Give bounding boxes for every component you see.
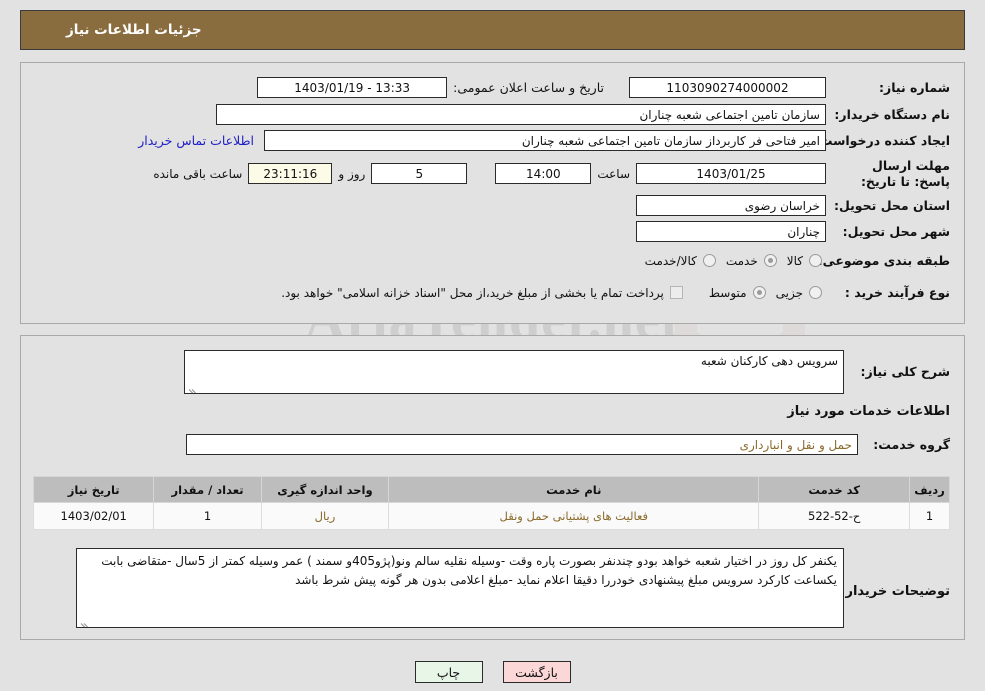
province-row: استان محل تحویل: خراسان رضوی (636, 195, 950, 216)
treasury-note-text: پرداخت تمام یا بخشی از مبلغ خرید،از محل … (281, 285, 664, 300)
need-number-row: شماره نیاز: 1103090274000002 (629, 77, 950, 98)
purchase-type-option-label-0: جزیی (775, 285, 803, 300)
province-value: خراسان رضوی (636, 195, 826, 216)
announce-datetime-row: تاریخ و ساعت اعلان عمومی: 13:33 - 1403/0… (257, 77, 604, 98)
announce-datetime-label: تاریخ و ساعت اعلان عمومی: (453, 79, 604, 95)
treasury-checkbox[interactable] (669, 286, 683, 300)
service-details-panel: شرح کلی نیاز: سرویس دهی کارکنان شعبه اطل… (20, 335, 965, 640)
page-root: جزئیات اطلاعات نیاز AriaTender.net شماره… (0, 0, 985, 691)
category-label: طبقه بندی موضوعی: (817, 253, 950, 268)
buyer-notes-value[interactable]: یکنفر کل روز در اختیار شعبه خواهد بودو چ… (76, 548, 844, 628)
service-group-row: گروه خدمت: حمل و نقل و انبارداری (186, 434, 950, 455)
cell-unit: ریال (260, 502, 390, 530)
col-qty: تعداد / مقدار (153, 476, 262, 503)
col-row: ردیف (909, 476, 950, 503)
city-row: شهر محل تحویل: چناران (636, 221, 950, 242)
remaining-days-value: 5 (371, 163, 468, 185)
purchase-type-label: نوع فرآیند خرید : (844, 285, 950, 300)
buyer-contact-link[interactable]: اطلاعات تماس خریدار (138, 133, 254, 148)
page-header: جزئیات اطلاعات نیاز (20, 10, 965, 50)
province-label: استان محل تحویل: (833, 197, 950, 213)
category-row: طبقه بندی موضوعی: کالا خدمت کالا/خدمت (635, 253, 950, 269)
requester-label: ایجاد کننده درخواست: (814, 132, 950, 148)
col-date: تاریخ نیاز (32, 476, 155, 503)
category-option-2[interactable]: کالا/خدمت (635, 254, 716, 268)
deadline-hour-label: ساعت (597, 166, 630, 181)
purchase-type-row: نوع فرآیند خرید : جزیی متوسط پرداخت تمام… (275, 285, 950, 301)
services-section-title: اطلاعات خدمات مورد نیاز (787, 404, 950, 419)
city-value: چناران (636, 221, 826, 242)
deadline-date-value: 1403/01/25 (636, 163, 826, 185)
buyer-notes-label: توضیحات خریدار: (840, 584, 950, 599)
footer-actions: بازگشت چاپ (0, 661, 985, 683)
remaining-time-value: 23:11:16 (248, 163, 333, 185)
category-option-0[interactable]: کالا (777, 254, 822, 268)
services-table: ردیف کد خدمت نام خدمت واحد اندازه گیری ت… (32, 476, 950, 530)
buyer-org-label: نام دستگاه خریدار: (834, 106, 950, 122)
summary-label: شرح کلی نیاز: (860, 364, 950, 380)
col-unit: واحد اندازه گیری (260, 476, 390, 503)
cell-qty: 1 (153, 502, 262, 530)
cell-row: 1 (909, 502, 950, 530)
purchase-type-option-1[interactable]: متوسط (699, 286, 766, 300)
table-row[interactable]: 1 ح-52-522 فعالیت های پشتیانی حمل ونقل ر… (32, 502, 950, 530)
buyer-notes-text: یکنفر کل روز در اختیار شعبه خواهد بودو چ… (101, 554, 837, 587)
category-radio-kala-khedmat[interactable] (702, 254, 716, 268)
service-group-label: گروه خدمت: (873, 436, 950, 452)
print-button[interactable]: چاپ (414, 661, 483, 683)
need-number-value: 1103090274000002 (629, 77, 826, 98)
cell-date: 1403/02/01 (32, 502, 155, 530)
category-radio-khedmat[interactable] (763, 254, 777, 268)
col-code: کد خدمت (758, 476, 911, 503)
cell-name: فعالیت های پشتیانی حمل ونقل (388, 502, 760, 530)
category-radio-kala[interactable] (809, 254, 822, 268)
purchase-type-radio-jozi[interactable] (809, 286, 822, 300)
services-table-header-row: ردیف کد خدمت نام خدمت واحد اندازه گیری ت… (32, 476, 950, 503)
remaining-suffix-label: ساعت باقی مانده (153, 166, 243, 181)
buyer-org-value: سازمان تامین اجتماعی شعبه چناران (216, 104, 826, 125)
category-option-label-1: خدمت (725, 253, 758, 268)
announce-datetime-value: 13:33 - 1403/01/19 (257, 77, 448, 98)
days-and-label: روز و (338, 166, 366, 181)
requester-value: امیر فتاحی فر کاربرداز سازمان تامین اجتم… (264, 130, 826, 151)
page-title: جزئیات اطلاعات نیاز (66, 22, 202, 38)
category-option-label-0: کالا (786, 253, 803, 268)
summary-value: سرویس دهی کارکنان شعبه (184, 350, 844, 394)
col-name: نام خدمت (388, 476, 760, 503)
cell-code: ح-52-522 (758, 502, 911, 530)
need-number-label: شماره نیاز: (879, 79, 950, 95)
summary-row: شرح کلی نیاز: سرویس دهی کارکنان شعبه (184, 350, 950, 394)
purchase-type-option-0[interactable]: جزیی (766, 286, 822, 300)
buyer-notes-resize-handle[interactable] (79, 614, 91, 627)
treasury-note-group: پرداخت تمام یا بخشی از مبلغ خرید،از محل … (275, 286, 683, 300)
category-option-1[interactable]: خدمت (716, 254, 777, 268)
need-info-panel: شماره نیاز: 1103090274000002 تاریخ و ساع… (20, 62, 965, 324)
buyer-org-row: نام دستگاه خریدار: سازمان تامین اجتماعی … (216, 104, 950, 125)
summary-resize-handle[interactable] (187, 380, 199, 393)
return-button[interactable]: بازگشت (502, 661, 571, 683)
deadline-label: مهلت ارسال پاسخ: تا تاریخ: (860, 158, 950, 189)
deadline-hour-value: 14:00 (495, 163, 592, 185)
purchase-type-radio-motavaset[interactable] (752, 286, 766, 300)
requester-row: ایجاد کننده درخواست: امیر فتاحی فر کاربر… (138, 130, 950, 151)
service-group-value: حمل و نقل و انبارداری (186, 434, 858, 455)
purchase-type-option-label-1: متوسط (708, 285, 747, 300)
category-option-label-2: کالا/خدمت (644, 253, 697, 268)
deadline-row: مهلت ارسال پاسخ: تا تاریخ: 1403/01/25 سا… (147, 158, 950, 189)
summary-value-text: سرویس دهی کارکنان شعبه (700, 354, 838, 368)
city-label: شهر محل تحویل: (842, 223, 950, 239)
